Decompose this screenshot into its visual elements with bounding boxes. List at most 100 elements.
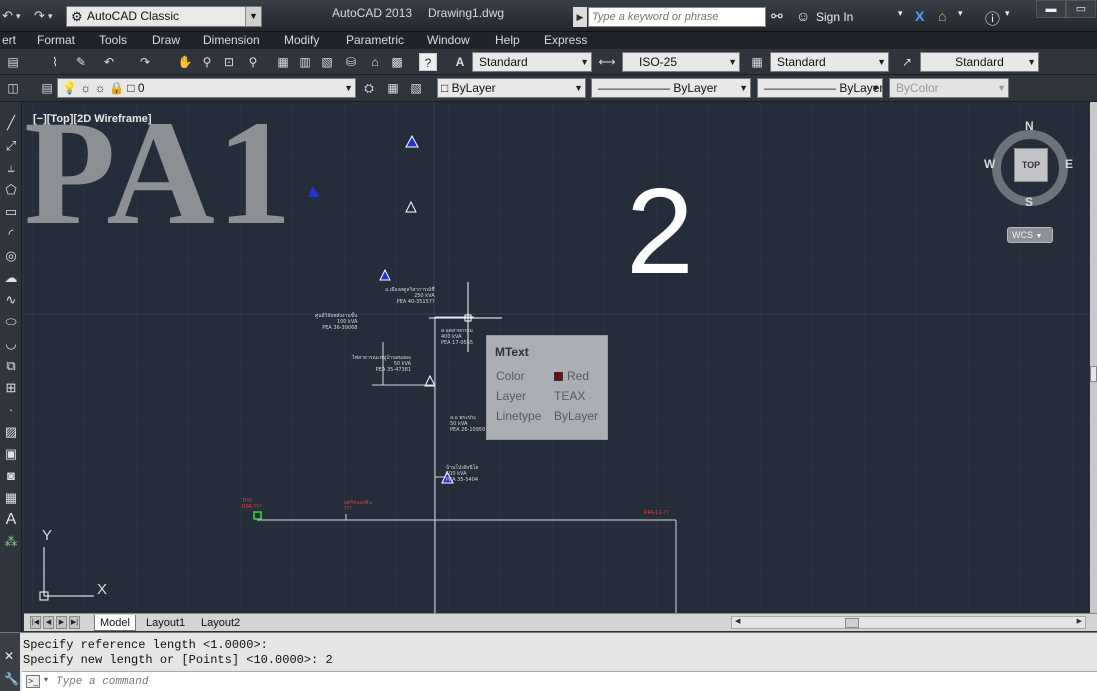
horizontal-scroll-thumb[interactable] xyxy=(845,618,859,628)
last-tab-icon[interactable]: ▶| xyxy=(69,616,80,629)
polygon-icon[interactable]: ⬠ xyxy=(2,181,20,199)
text-style-select[interactable]: Standard ▼ xyxy=(472,52,592,72)
menu-modify[interactable]: Modify xyxy=(284,33,319,47)
title-text-2[interactable]: 2 xyxy=(626,170,694,292)
vertical-scroll-thumb[interactable] xyxy=(1090,366,1097,382)
expand-arrow-icon[interactable]: ▶ xyxy=(573,7,587,27)
table-style-select[interactable]: Standard ▼ xyxy=(770,52,889,72)
gradient-icon[interactable]: ▣ xyxy=(2,445,20,463)
redo-icon[interactable]: ↷ xyxy=(34,6,45,26)
redo-tool-icon[interactable]: ↷ xyxy=(136,53,154,71)
mtext-label[interactable]: อ.เมืองสตูลวิสาการณ์ชื่ 250 kVA PEA 40-3… xyxy=(385,287,435,305)
mtext-label[interactable]: ศูนย์วิจัยพลังงานชั้น 100 kVA PEA 36-390… xyxy=(315,313,357,331)
make-current-icon[interactable]: ⛭ xyxy=(360,79,378,97)
revision-cloud-icon[interactable]: ☁ xyxy=(2,269,20,287)
mtext-label[interactable]: ไฟสาธารณะหมู่บ้านสมอผอ 50 kVA PEA 35-473… xyxy=(352,355,411,373)
wrench-icon[interactable]: 🔧 xyxy=(4,672,19,686)
help-dropdown-icon[interactable]: ▾ xyxy=(1005,8,1010,19)
menu-dimension[interactable]: Dimension xyxy=(203,33,260,47)
command-prompt-icon[interactable]: >_ xyxy=(26,675,40,688)
polyline-icon[interactable]: ⥿ xyxy=(2,159,20,177)
command-window-handle[interactable]: ✕ 🔧 xyxy=(0,633,20,691)
brush-icon[interactable]: ✎ xyxy=(72,53,90,71)
linetype-select[interactable]: ―――――― ByLayer ▼ xyxy=(591,78,751,98)
menu-tools[interactable]: Tools xyxy=(99,33,127,47)
menu-express[interactable]: Express xyxy=(544,33,587,47)
maximize-button[interactable]: ▭ xyxy=(1066,0,1096,18)
make-block-icon[interactable]: ⊞ xyxy=(2,379,20,397)
recent-commands-dropdown-icon[interactable]: ▾ xyxy=(44,675,48,684)
region-icon[interactable]: ◙ xyxy=(2,467,20,485)
arc-icon[interactable]: ◜ xyxy=(2,225,20,243)
mtext-label[interactable]: ส.อุตสาหกรรม 400 kVA PEA 17-0555 xyxy=(441,328,473,346)
menu-parametric[interactable]: Parametric xyxy=(346,33,404,47)
compass-north[interactable]: N xyxy=(1025,119,1034,133)
undo-dropdown-icon[interactable]: ▾ xyxy=(16,6,21,26)
tab-layout1[interactable]: Layout1 xyxy=(141,615,190,631)
workspace-select[interactable]: ⚙ AutoCAD Classic ▼ xyxy=(66,6,262,27)
markup-icon[interactable]: ⌂ xyxy=(366,53,384,71)
sign-in-link[interactable]: Sign In xyxy=(816,10,853,24)
calculator-icon[interactable]: ▩ xyxy=(388,53,406,71)
zoom-realtime-icon[interactable]: ⚲ xyxy=(198,53,216,71)
apps-dropdown-icon[interactable]: ▾ xyxy=(958,8,963,19)
tab-model[interactable]: Model xyxy=(94,615,136,631)
ellipse-icon[interactable]: ⬭ xyxy=(2,313,20,331)
design-center-icon[interactable]: ▥ xyxy=(296,53,314,71)
minimize-button[interactable]: ▬ xyxy=(1036,0,1066,18)
signin-dropdown-icon[interactable]: ▾ xyxy=(898,8,903,19)
help-icon[interactable]: ⓘ xyxy=(985,8,1000,29)
red-label[interactable]: สตรีหนองหิน ??? xyxy=(344,500,372,512)
help-tool-icon[interactable]: ? xyxy=(419,53,437,71)
title-text-pa1[interactable]: PA1 xyxy=(24,102,294,248)
command-input[interactable] xyxy=(56,674,656,690)
pan-icon[interactable]: ✋ xyxy=(176,53,194,71)
zoom-window-icon[interactable]: ⊡ xyxy=(220,53,238,71)
first-tab-icon[interactable]: |◀ xyxy=(30,616,41,629)
next-tab-icon[interactable]: ▶ xyxy=(56,616,67,629)
scroll-right-icon[interactable]: ▶ xyxy=(1077,617,1082,625)
lineweight-select[interactable]: ―――――― ByLayer ▼ xyxy=(757,78,883,98)
viewcube[interactable]: TOP N S E W xyxy=(984,119,1076,214)
scroll-left-icon[interactable]: ◀ xyxy=(735,617,740,625)
menu-window[interactable]: Window xyxy=(427,33,470,47)
circle-icon[interactable]: ◎ xyxy=(2,247,20,265)
color-select[interactable]: □ ByLayer ▼ xyxy=(437,78,586,98)
zoom-previous-icon[interactable]: ⚲ xyxy=(244,53,262,71)
command-line[interactable]: >_ ▾ xyxy=(22,671,1097,691)
layer-select[interactable]: 💡 ☼ ☼ 🔒 □ 0 ▼ xyxy=(57,78,356,98)
mleader-style-select[interactable]: Standard ▼ xyxy=(920,52,1039,72)
red-label[interactable]: TH0 RPA-??? xyxy=(242,498,261,510)
line-icon[interactable]: ╱ xyxy=(2,114,20,132)
paste-icon[interactable]: ▤ xyxy=(4,53,22,71)
construction-line-icon[interactable]: ⤢ xyxy=(2,137,20,155)
menu-help[interactable]: Help xyxy=(495,33,520,47)
close-icon[interactable]: ✕ xyxy=(4,649,14,663)
mtext-label[interactable]: ส.อ พระประ 50 kVA PEA 26-10950 xyxy=(450,415,485,433)
menu-format[interactable]: Format xyxy=(37,33,75,47)
spline-icon[interactable]: ∿ xyxy=(2,291,20,309)
compass-west[interactable]: W xyxy=(984,157,995,171)
tool-palettes-icon[interactable]: ▧ xyxy=(318,53,336,71)
add-selected-icon[interactable]: ⁂ xyxy=(2,533,20,551)
drawing-canvas[interactable]: [−][Top][2D Wireframe] PA1 2 อ.เมืองสตูล… xyxy=(24,102,1090,613)
viewcube-top-face[interactable]: TOP xyxy=(1014,148,1048,182)
red-label[interactable]: RPA-11-?? xyxy=(644,510,669,516)
ellipse-arc-icon[interactable]: ◡ xyxy=(2,335,20,353)
horizontal-scrollbar[interactable]: ◀ ▶ xyxy=(731,616,1086,629)
layer-isolate-icon[interactable]: ▧ xyxy=(407,79,425,97)
apps-icon[interactable]: ⌂ xyxy=(938,8,946,24)
layer-manager-icon[interactable]: ◫ xyxy=(4,79,22,97)
user-icon[interactable]: ☺ xyxy=(796,8,810,24)
wcs-menu[interactable]: WCS ▼ xyxy=(1007,227,1053,243)
dim-style-select[interactable]: ISO-25 ▼ xyxy=(622,52,740,72)
exchange-icon[interactable]: X xyxy=(915,8,924,24)
vertical-scrollbar[interactable] xyxy=(1090,102,1097,613)
search-input[interactable] xyxy=(588,7,766,27)
point-icon[interactable]: · xyxy=(2,401,20,419)
sheet-set-icon[interactable]: ⛁ xyxy=(342,53,360,71)
insert-block-icon[interactable]: ⧉ xyxy=(2,357,20,375)
layer-previous-icon[interactable]: ▦ xyxy=(384,79,402,97)
binoculars-icon[interactable]: ⚯ xyxy=(771,8,783,25)
compass-south[interactable]: S xyxy=(1025,195,1033,209)
